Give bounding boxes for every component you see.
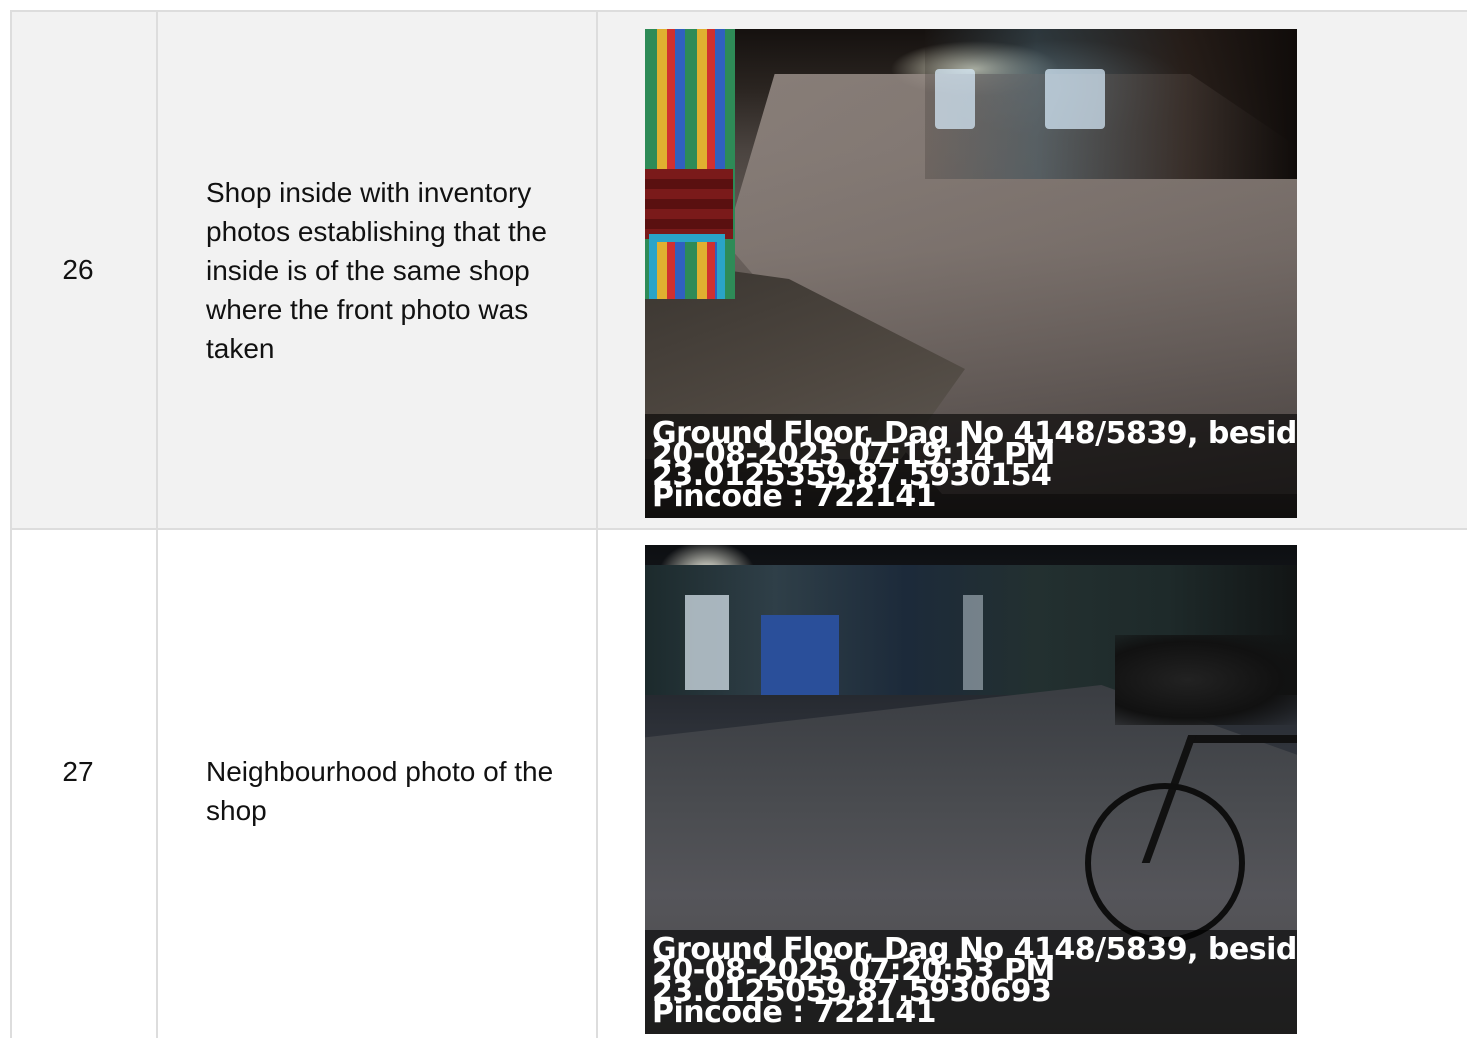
photo-cell: Ground Floor, Dag No 4148/5839, beside .…	[596, 530, 1467, 1038]
row-number: 27	[10, 530, 156, 1038]
geotagged-photo: Ground Floor, Dag No 4148/5839, beside .…	[645, 29, 1297, 518]
row-description: Shop inside with inventory photos establ…	[156, 12, 596, 528]
row-number: 26	[10, 12, 156, 528]
photo-cell: Ground Floor, Dag No 4148/5839, beside .…	[596, 12, 1467, 528]
photo-table: 26 Shop inside with inventory photos est…	[10, 10, 1467, 1038]
row-description: Neighbourhood photo of the shop	[156, 530, 596, 1038]
geotagged-photo: Ground Floor, Dag No 4148/5839, beside .…	[645, 545, 1297, 1034]
table-row: 27 Neighbourhood photo of the shop Groun…	[10, 530, 1467, 1038]
geotag-caption: Ground Floor, Dag No 4148/5839, beside .…	[645, 930, 1297, 1034]
geotag-caption: Ground Floor, Dag No 4148/5839, beside .…	[645, 414, 1297, 518]
table-row: 26 Shop inside with inventory photos est…	[10, 12, 1467, 530]
